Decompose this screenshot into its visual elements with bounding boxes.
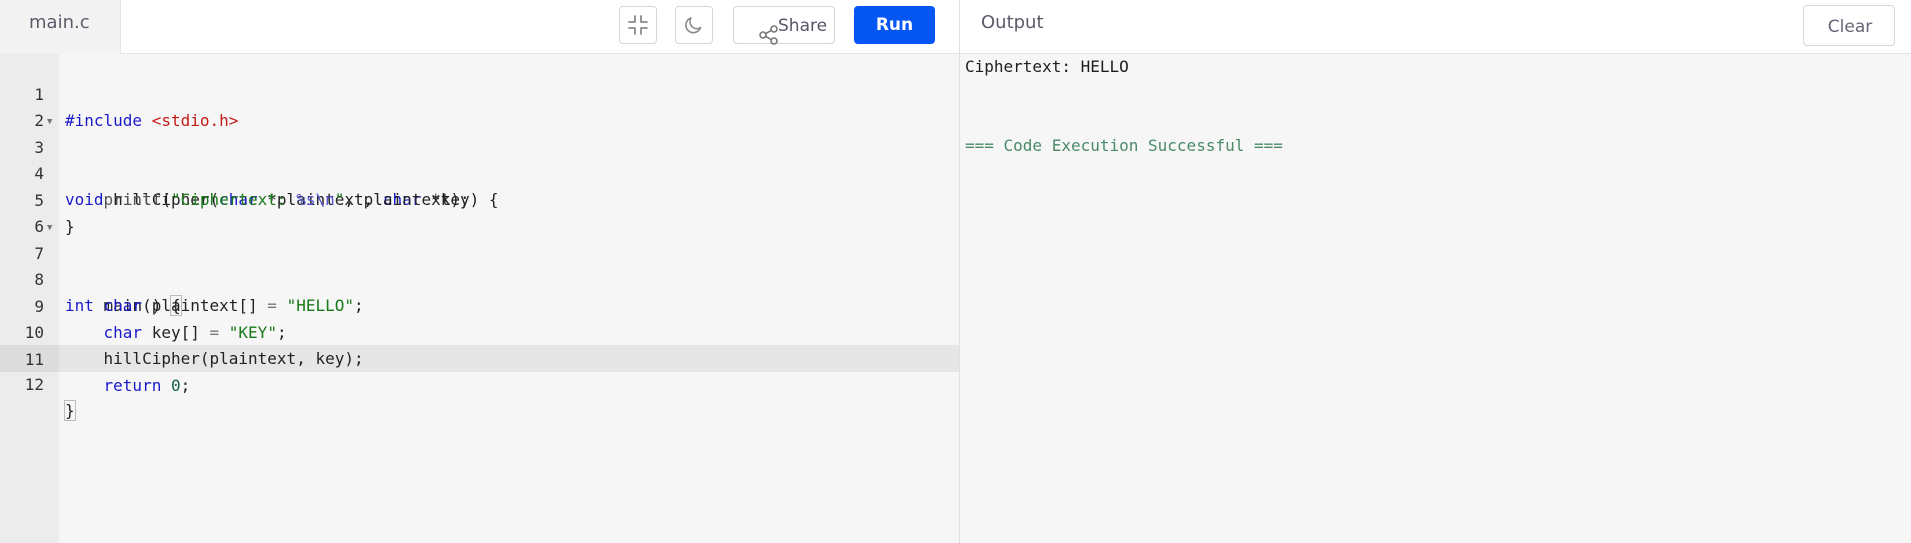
code-text: return 0; [103,376,191,395]
clear-label: Clear [1827,17,1873,37]
fold-arrow-icon[interactable]: ▼ [47,109,52,135]
code-line[interactable]: 12 } [0,346,959,421]
code-line[interactable]: 9 char key[] = "KEY"; [0,268,959,342]
theme-toggle-button[interactable] [675,6,713,44]
code-line[interactable]: 1 #include <stdio.h> [0,56,959,130]
moon-icon [683,14,705,36]
code-editor[interactable]: 1 #include <stdio.h> 2 3 ▼ void hillCiph… [0,54,959,543]
online-compiler: main.c Share Run Output Clear 1 #include… [0,0,1911,543]
code-line[interactable]: 10 hillCipher(plaintext, key); [0,294,959,368]
file-tab[interactable]: main.c [0,0,121,54]
output-text: Ciphertext: HELLO [965,57,1129,76]
code-line[interactable]: 7 ▼ int main() { [0,215,959,316]
output-title: Output [981,12,1044,33]
share-label: Share [778,16,828,36]
collapse-button[interactable] [619,6,657,44]
code-line[interactable]: 4 printf("Ciphertext: %s\n", plaintext); [0,135,959,209]
code-line[interactable]: 8 char plaintext[] = "HELLO"; [0,241,959,315]
share-button[interactable]: Share [733,6,835,45]
code-line[interactable]: 5 } [0,162,959,236]
output-panel: Ciphertext: HELLO === Code Execution Suc… [960,54,1911,543]
line-number: 12 [24,375,44,394]
collapse-icon [627,14,649,36]
code-line[interactable]: 6 [0,188,959,236]
fold-arrow-icon[interactable]: ▼ [47,215,52,241]
run-button[interactable]: Run [854,6,935,44]
code-line[interactable]: 2 [0,82,959,130]
file-tab-label: main.c [29,12,90,33]
toolbar: main.c Share Run Output Clear [0,0,1911,54]
execution-status: === Code Execution Successful === [965,136,1283,155]
code-text: } [64,400,76,421]
run-label: Run [875,15,914,35]
clear-button[interactable]: Clear [1803,5,1895,46]
code-line[interactable]: 3 ▼ void hillCipher(char *plaintext, cha… [0,109,959,209]
code-line[interactable]: 11 return 0; [0,321,959,395]
